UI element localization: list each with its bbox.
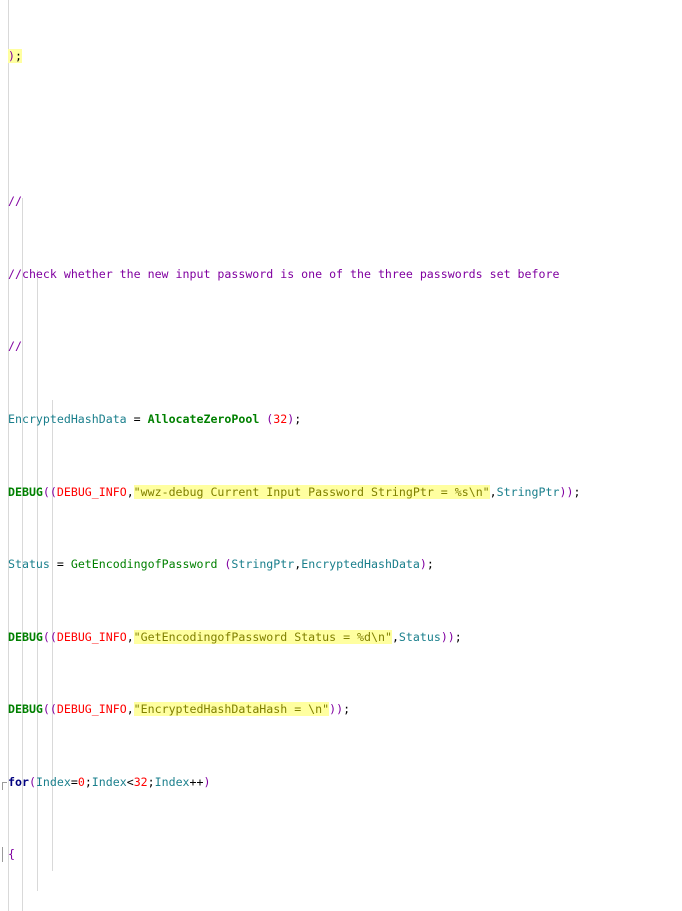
code-line[interactable]: DEBUG((DEBUG_INFO,"wwz-debug Current Inp…	[0, 484, 682, 500]
fold-guide-icon	[2, 847, 7, 863]
code-line[interactable]: DEBUG((DEBUG_INFO,"GetEncodingofPassword…	[0, 629, 682, 645]
code-line[interactable]: //check whether the new input password i…	[0, 267, 682, 282]
code-editor[interactable]: ); // //check whether the new input pass…	[0, 0, 682, 911]
code-line[interactable]: for(Index=0;Index<32;Index++)	[0, 775, 682, 790]
code-line[interactable]: //	[0, 194, 682, 209]
code-line[interactable]: DEBUG((DEBUG_INFO,"EncryptedHashDataHash…	[0, 702, 682, 717]
code-line[interactable]: {	[0, 847, 682, 863]
code-line[interactable]: EncryptedHashData = AllocateZeroPool (32…	[0, 412, 682, 427]
code-line[interactable]: Status = GetEncodingofPassword (StringPt…	[0, 557, 682, 572]
code-line[interactable]: );	[0, 49, 682, 64]
fold-guide-icon[interactable]	[2, 781, 7, 790]
code-line[interactable]: //	[0, 339, 682, 354]
code-line[interactable]	[0, 122, 682, 137]
code-text-area[interactable]: ); // //check whether the new input pass…	[0, 0, 682, 911]
